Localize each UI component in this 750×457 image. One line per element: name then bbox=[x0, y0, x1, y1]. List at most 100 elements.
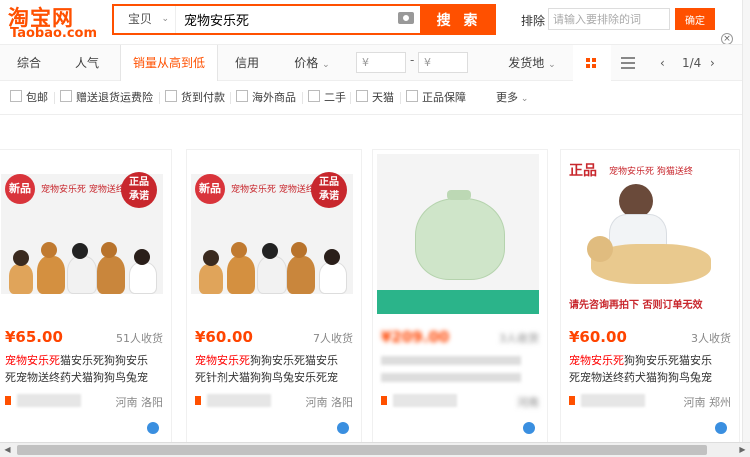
filter-second-hand[interactable]: 二手 bbox=[308, 90, 346, 106]
confirm-button[interactable]: 确定 bbox=[675, 8, 715, 30]
ship-from-dropdown[interactable]: 发货地 ⌄ bbox=[504, 45, 560, 81]
price-dash: - bbox=[410, 53, 415, 67]
horizontal-scrollbar[interactable]: ◀ ▶ bbox=[0, 442, 750, 457]
checkbox-icon bbox=[60, 90, 72, 102]
banner-text: 宠物安乐死 狗猫送终 bbox=[609, 167, 693, 177]
right-sidebar-edge bbox=[742, 0, 750, 442]
product-price: ¥60.00 bbox=[195, 328, 253, 346]
checkbox-icon bbox=[406, 90, 418, 102]
filter-overseas[interactable]: 海外商品 bbox=[236, 90, 296, 106]
search-input[interactable] bbox=[180, 6, 386, 33]
new-badge: 新品 bbox=[5, 174, 35, 204]
vet-head bbox=[619, 184, 653, 218]
product-location: 河南 洛阳 bbox=[115, 396, 164, 409]
product-sales: 51人收货 bbox=[116, 332, 163, 345]
filter-bar: 包邮 赠送退货运费险 货到付款 海外商品 二手 天猫 正品保障 更多 ⌄ bbox=[0, 81, 742, 115]
grid-view-icon[interactable] bbox=[573, 45, 611, 81]
list-view-icon[interactable] bbox=[621, 57, 635, 69]
search-button[interactable]: 搜 索 bbox=[422, 4, 496, 35]
product-card[interactable]: 新品 宠物安乐死 宠物送终 正品 承诺 ¥65.00 51人收货 宠物安乐死猫安乐… bbox=[0, 149, 172, 449]
product-image[interactable]: 正品 宠物安乐死 狗猫送终 请先咨询再拍下 否则订单无效 bbox=[565, 154, 727, 314]
jar-lid bbox=[447, 190, 471, 200]
product-title[interactable]: 宠物安乐死猫安乐死狗狗安乐死宠物送终药犬猫狗狗鸟兔宠 bbox=[5, 352, 155, 386]
taobao-logo[interactable]: 淘宝网 Taobao.com bbox=[8, 2, 97, 42]
scroll-right-icon[interactable]: ▶ bbox=[735, 443, 750, 457]
dog-head bbox=[587, 236, 613, 262]
banner-text: 宠物安乐死 宠物送终 bbox=[41, 185, 125, 195]
checkbox-icon bbox=[236, 90, 248, 102]
banner-bottom-text: 请先咨询再拍下 否则订单无效 bbox=[569, 300, 703, 311]
filter-tmall[interactable]: 天猫 bbox=[356, 90, 394, 106]
product-sales: 7人收货 bbox=[313, 332, 353, 345]
banner-text: 宠物安乐死 宠物送终 bbox=[231, 185, 315, 195]
next-page-icon[interactable]: › bbox=[710, 45, 715, 81]
camera-icon[interactable] bbox=[398, 12, 414, 24]
checkbox-icon bbox=[308, 90, 320, 102]
chevron-down-icon: ⌄ bbox=[548, 60, 556, 70]
filter-genuine[interactable]: 正品保障 bbox=[406, 90, 466, 106]
genuine-badge: 正品 bbox=[569, 163, 597, 179]
product-location: 河南 bbox=[517, 396, 539, 409]
sort-tab-credit[interactable]: 信用 bbox=[226, 45, 268, 81]
sort-tab-popularity[interactable]: 人气 bbox=[66, 45, 108, 81]
guarantee-badge: 正品 承诺 bbox=[121, 172, 157, 208]
checkbox-icon bbox=[356, 90, 368, 102]
filter-cod[interactable]: 货到付款 bbox=[165, 90, 225, 106]
chat-icon[interactable] bbox=[147, 422, 159, 434]
checkbox-icon bbox=[165, 90, 177, 102]
shop-name-redacted[interactable] bbox=[207, 394, 271, 407]
product-price: ¥60.00 bbox=[569, 328, 627, 346]
prev-page-icon[interactable]: ‹ bbox=[660, 45, 665, 81]
dog-image bbox=[199, 250, 223, 294]
chevron-down-icon: ⌄ bbox=[518, 94, 529, 104]
filter-more[interactable]: 更多 ⌄ bbox=[496, 90, 528, 106]
sort-tab-price[interactable]: 价格 ⌄ bbox=[288, 45, 336, 81]
shop-icon bbox=[381, 396, 387, 405]
search-type-label: 宝贝 bbox=[128, 12, 153, 26]
search-type-dropdown[interactable]: 宝贝 ⌄ bbox=[114, 6, 176, 33]
shop-name-redacted[interactable] bbox=[393, 394, 457, 407]
jar-image bbox=[415, 198, 505, 280]
product-card[interactable]: ¥209.00 3人收货 河南 bbox=[372, 149, 548, 449]
shop-icon bbox=[195, 396, 201, 405]
exclude-input[interactable] bbox=[548, 8, 670, 30]
sort-tab-sales[interactable]: 销量从高到低 bbox=[120, 45, 218, 81]
product-title-redacted[interactable] bbox=[381, 352, 531, 382]
green-band bbox=[377, 290, 539, 314]
scroll-left-icon[interactable]: ◀ bbox=[0, 443, 15, 457]
divider bbox=[302, 92, 303, 104]
chevron-down-icon: ⌄ bbox=[161, 14, 169, 24]
price-from-input[interactable]: ¥ bbox=[356, 52, 406, 73]
product-image[interactable] bbox=[377, 154, 539, 314]
filter-free-shipping[interactable]: 包邮 bbox=[10, 90, 48, 106]
sort-tab-price-label: 价格 bbox=[294, 56, 319, 70]
shop-name-redacted[interactable] bbox=[17, 394, 81, 407]
shop-name-redacted[interactable] bbox=[581, 394, 645, 407]
chat-icon[interactable] bbox=[337, 422, 349, 434]
product-title[interactable]: 宠物安乐死狗狗安乐死猫安乐死宠物送终药犬猫狗狗鸟兔宠 bbox=[569, 352, 719, 386]
chevron-down-icon: ⌄ bbox=[322, 60, 330, 70]
logo-english: Taobao.com bbox=[10, 26, 98, 41]
product-title[interactable]: 宠物安乐死狗狗安乐死猫安乐死针剂犬猫狗狗鸟兔安乐死宠 bbox=[195, 352, 345, 386]
chat-icon[interactable] bbox=[523, 422, 535, 434]
price-to-input[interactable]: ¥ bbox=[418, 52, 468, 73]
product-location: 河南 郑州 bbox=[683, 396, 732, 409]
product-card[interactable]: 新品 宠物安乐死 宠物送终 正品 承诺 ¥60.00 7人收货 宠物安乐死狗狗安乐… bbox=[186, 149, 362, 449]
dog-image bbox=[67, 243, 97, 294]
divider bbox=[350, 92, 351, 104]
sort-tab-default[interactable]: 综合 bbox=[8, 45, 50, 81]
product-price: ¥209.00 bbox=[381, 328, 450, 346]
product-image[interactable]: 新品 宠物安乐死 宠物送终 正品 承诺 bbox=[191, 154, 353, 314]
dog-image bbox=[257, 243, 287, 294]
product-image[interactable]: 新品 宠物安乐死 宠物送终 正品 承诺 bbox=[1, 154, 163, 314]
filter-return-insurance[interactable]: 赠送退货运费险 bbox=[60, 90, 153, 106]
shop-icon bbox=[5, 396, 11, 405]
chat-icon[interactable] bbox=[715, 422, 727, 434]
ship-from-label: 发货地 bbox=[508, 56, 545, 70]
dog-image bbox=[287, 242, 315, 294]
dog-image bbox=[319, 249, 347, 294]
new-badge: 新品 bbox=[195, 174, 225, 204]
scrollbar-thumb[interactable] bbox=[17, 445, 707, 455]
divider bbox=[400, 92, 401, 104]
product-card[interactable]: 正品 宠物安乐死 狗猫送终 请先咨询再拍下 否则订单无效 ¥60.00 3人收货… bbox=[560, 149, 740, 449]
